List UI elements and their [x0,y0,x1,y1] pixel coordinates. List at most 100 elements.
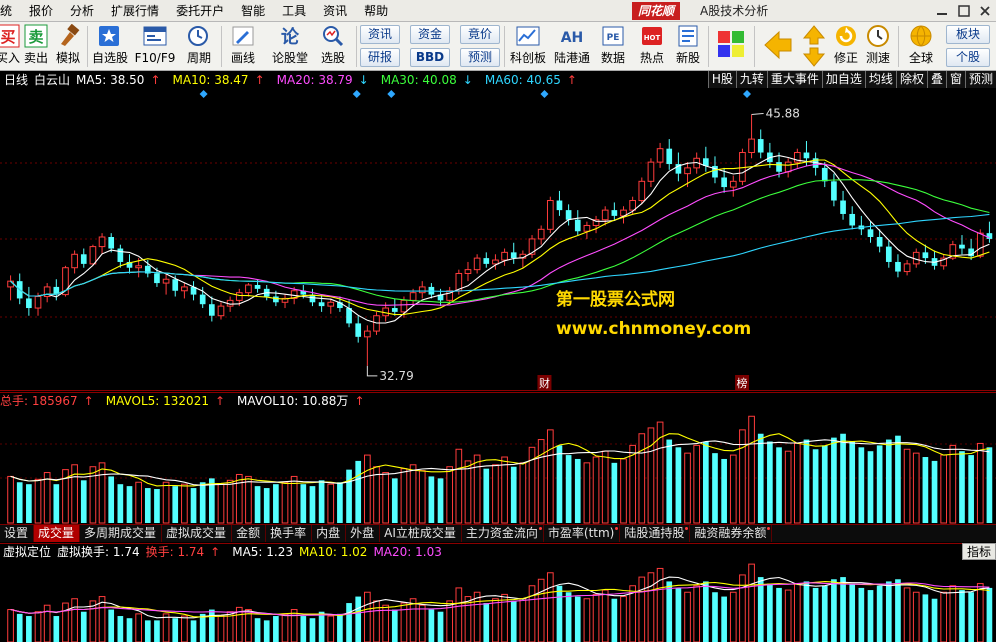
candle-down [108,237,115,249]
menu-item-tools[interactable]: 工具 [274,2,315,19]
ipo-icon [678,25,698,47]
candle-down [254,285,261,289]
candle-up [748,138,755,154]
indicator-tab[interactable]: 陆股通持股 [620,525,691,542]
turnover-bar-up [373,600,380,642]
connect-button[interactable]: AH 陆港通 [552,24,592,69]
minimize-icon[interactable] [934,3,950,19]
candle-down [803,152,810,159]
bidding-pill-button[interactable]: 竟价 [460,25,500,44]
menu-item-analysis[interactable]: 分析 [62,2,103,19]
indicator-tab[interactable]: 内盘 [312,525,347,542]
candle-down [757,139,764,153]
scroll-updown-button[interactable] [800,24,828,69]
kline-panel[interactable]: 45.88 32.79 财 榜 日线 白云山 MA5: 38.50 ↑ MA10: 38… [0,71,996,391]
menu-item-trade-account[interactable]: 委托开户 [168,2,233,19]
window-tab[interactable]: 窗 [945,71,965,88]
moving-average-tab[interactable]: 均线 [864,71,896,88]
indicator-tab[interactable]: 主力资金流向 [462,525,544,542]
simulate-button[interactable]: 模拟 [53,24,83,69]
indicator-tab[interactable]: 外盘 [346,525,381,542]
major-events-tab[interactable]: 重大事件 [766,71,822,88]
menu-item-system[interactable]: 统 [0,2,21,19]
volume-bar-down [53,484,60,523]
watchlist-button[interactable]: 自选股 [90,24,130,69]
toolbar-separator [898,26,899,67]
indicator-tab[interactable]: 虚拟成交量 [162,525,233,542]
funds-pill-button[interactable]: 资金 [410,25,450,44]
volume-bar-down [483,468,490,523]
volume-chart[interactable] [0,392,996,524]
data-button[interactable]: PE 数据 [596,24,630,69]
period-button[interactable]: 周期 [180,24,218,69]
menu-item-help[interactable]: 帮助 [356,2,397,19]
indicator-tab[interactable]: 融资融券余额 [690,525,773,542]
indicator-tab[interactable]: AI立桩成交量 [380,525,462,542]
forum-button[interactable]: 论 论股堂 [268,24,312,69]
forecast-tab[interactable]: 预测 [964,71,996,88]
back-button[interactable] [758,24,798,69]
correct-button[interactable]: 修正 [830,24,862,69]
sell-button[interactable]: 卖 卖出 [22,24,50,69]
menu-item-extended-quote[interactable]: 扩展行情 [103,2,168,19]
bbd-pill-button[interactable]: BBD [410,48,450,67]
turnover-bar-up [949,585,957,642]
period-label[interactable]: 日线 [4,71,28,88]
star-market-button[interactable]: 科创板 [508,24,548,69]
indicator-tab[interactable]: 设置 [0,525,35,542]
overlay-tab[interactable]: 叠 [926,71,946,88]
turnover-bar-down [776,587,782,642]
indicator-tab[interactable]: 多周期成交量 [80,525,163,542]
buy-button[interactable]: 买 买入 [0,24,22,69]
speed-test-button[interactable]: 测速 [862,24,894,69]
indicator-button[interactable]: 指标 [961,543,996,560]
volume-bar-up [281,481,289,524]
hot-topics-button[interactable]: HOT 热点 [634,24,670,69]
ma60-value: MA60: 40.65 ↑ [484,72,577,87]
indicator-tab[interactable]: 市盈率(ttm) [544,525,621,542]
menu-item-news[interactable]: 资讯 [315,2,356,19]
candle-down [318,302,325,307]
indicator-tab[interactable]: 换手率 [266,525,313,542]
close-icon[interactable] [977,3,993,19]
indicator-panel[interactable]: 虚拟定位 虚拟换手: 1.74 换手: 1.74 ↑ MA5: 1.23 MA10… [0,543,996,642]
stock-screen-button[interactable]: 选股 [314,24,352,69]
volume-bar-up [446,466,454,524]
turnover-bar-up [473,591,481,642]
candle-down [840,200,846,214]
volume-panel[interactable]: 总手: 185967 ↑ MAVOL5: 132021 ↑ MAVOL10: 10.… [0,392,996,524]
menu-item-smart[interactable]: 智能 [233,2,274,19]
candle-down [355,323,362,337]
arrow-down-icon: ↓ [462,72,473,87]
ipo-button[interactable]: 新股 [672,24,704,69]
menu-item-quote[interactable]: 报价 [21,2,62,19]
volume-bar-up [71,464,78,524]
add-watchlist-tab[interactable]: 加自选 [821,71,865,88]
forecast-pill-button[interactable]: 预测 [460,48,500,67]
candle-down [776,162,782,172]
research-pill-button[interactable]: 研报 [360,48,400,67]
ex-rights-tab[interactable]: 除权 [895,71,927,88]
indicator-tab[interactable]: 金额 [232,525,267,542]
turnover-bar-up [583,598,591,642]
candle-up [98,236,106,248]
maximize-icon[interactable] [956,3,972,19]
global-button[interactable]: 全球 [902,24,940,69]
volume-bar-down [831,437,837,523]
volume-bar-up [492,464,499,524]
layout-grid-button[interactable] [714,24,748,69]
indicator-tab[interactable]: 成交量 [34,525,81,542]
draw-line-button[interactable]: 画线 [224,24,262,69]
volume-bar-down [611,462,618,523]
volume-bar-down [959,451,965,523]
sector-pill-button[interactable]: 板块 [946,25,990,44]
hshare-tab[interactable]: H股 [707,71,736,88]
kline-chart[interactable]: 45.88 32.79 财 榜 [0,71,996,391]
virtual-position-label: 虚拟定位 [3,545,52,559]
news-pill-button[interactable]: 资讯 [360,25,400,44]
nine-turn-tab[interactable]: 九转 [735,71,767,88]
toolbar-separator [356,26,357,67]
f10-button[interactable]: F10/F9 [134,24,176,69]
single-stock-pill-button[interactable]: 个股 [946,48,990,67]
turnover-bar-up [62,602,69,642]
